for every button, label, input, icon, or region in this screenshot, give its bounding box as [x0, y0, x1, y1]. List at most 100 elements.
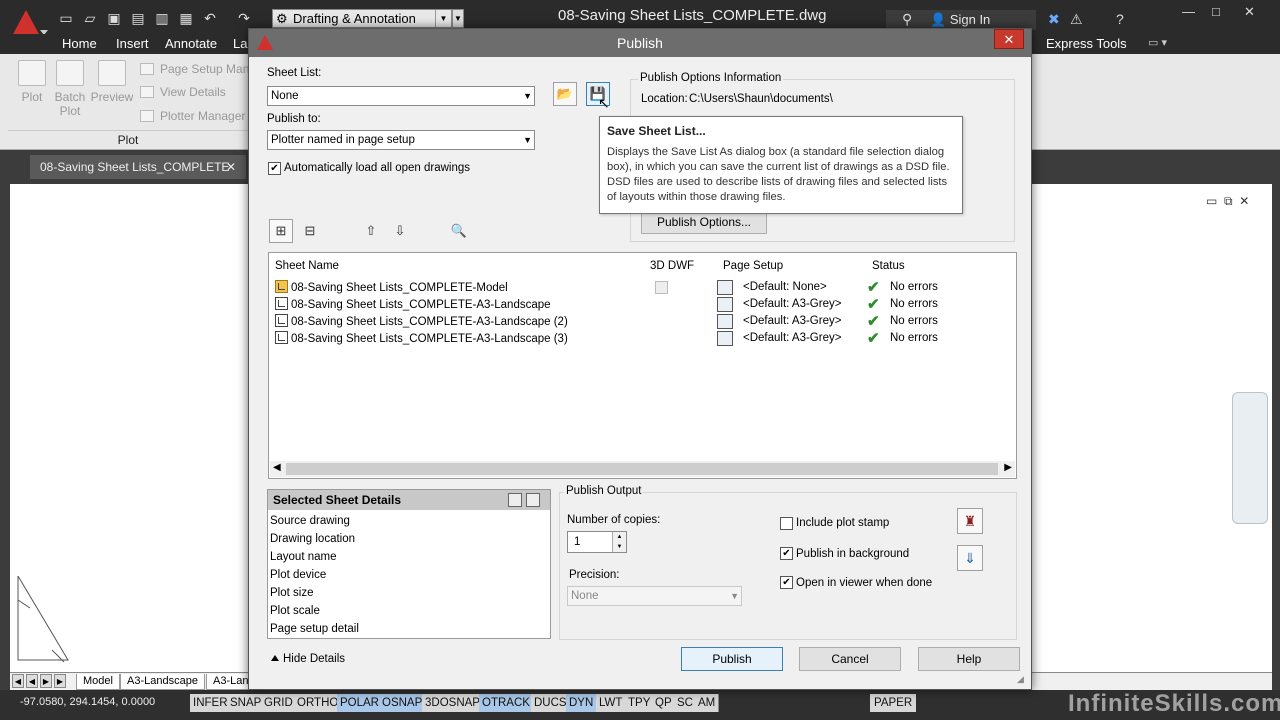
- cancel-button[interactable]: Cancel: [799, 647, 901, 671]
- help-icon[interactable]: ?: [1116, 11, 1124, 27]
- publish-background-checkbox[interactable]: [780, 547, 793, 560]
- print-icon[interactable]: ▦: [178, 10, 194, 26]
- status-toggle-ortho[interactable]: ORTHO: [294, 694, 343, 712]
- col-header-3d-dwf[interactable]: 3D DWF: [650, 260, 694, 272]
- status-toggle-3dosnap[interactable]: 3DOSNAP: [422, 694, 484, 712]
- 3d-dwf-checkbox[interactable]: [655, 281, 668, 294]
- view-details-button[interactable]: View Details: [140, 85, 226, 99]
- paper-toggle[interactable]: PAPER: [870, 694, 917, 712]
- publish-to-dropdown[interactable]: Plotter named in page setup ▼: [267, 130, 535, 150]
- qat-menu-button[interactable]: ▼: [452, 9, 464, 28]
- add-sheets-button[interactable]: ⊞: [269, 219, 293, 243]
- ribbon-tab-insert[interactable]: Insert: [116, 36, 149, 51]
- dialog-titlebar[interactable]: Publish ✕: [249, 29, 1031, 57]
- binoculars-icon[interactable]: ⚲: [902, 11, 912, 28]
- details-view-icon[interactable]: [508, 493, 522, 507]
- layout-tab-model[interactable]: Model: [76, 674, 120, 690]
- sheet-list-table[interactable]: Sheet Name 3D DWF Page Setup Status 08-S…: [268, 252, 1017, 479]
- a360-icon[interactable]: ⚠: [1070, 11, 1083, 28]
- viewport-minimize-icon[interactable]: ▭: [1206, 194, 1217, 208]
- save-icon[interactable]: ▤: [130, 10, 146, 26]
- open-viewer-checkbox[interactable]: [780, 576, 793, 589]
- workspace-dropdown[interactable]: ⚙ Drafting & Annotation ▼: [272, 9, 452, 28]
- load-sheet-list-button[interactable]: 📂: [553, 82, 577, 106]
- scrollbar-thumb[interactable]: [286, 463, 998, 475]
- hide-details-toggle[interactable]: Hide Details: [271, 653, 345, 665]
- plot-stamp-settings-button[interactable]: ♜: [957, 508, 983, 534]
- status-toggle-grid[interactable]: GRID: [261, 694, 297, 712]
- remove-sheets-button[interactable]: ⊟: [298, 219, 322, 243]
- viewport-restore-icon[interactable]: ⧉: [1224, 194, 1233, 208]
- help-button[interactable]: Help: [918, 647, 1020, 671]
- details-refresh-icon[interactable]: [526, 493, 540, 507]
- scroll-left-icon[interactable]: ◀: [273, 462, 281, 473]
- layout-tab-a3-landscape[interactable]: A3-Landscape: [120, 674, 205, 690]
- undo-icon[interactable]: ↶: [202, 10, 218, 26]
- status-toggle-ducs[interactable]: DUCS: [531, 694, 571, 712]
- new-icon[interactable]: ▭: [58, 10, 74, 26]
- status-toggle-dyn[interactable]: DYN: [566, 694, 598, 712]
- page-setup-manager-button[interactable]: Page Setup Man: [140, 62, 249, 76]
- scroll-right-icon[interactable]: ▶: [1004, 462, 1012, 473]
- ribbon-minimize-icon[interactable]: ▭ ▾: [1148, 36, 1167, 49]
- status-toggle-infer[interactable]: INFER: [190, 694, 232, 712]
- prev-tab-icon[interactable]: ◀: [26, 674, 38, 688]
- ribbon-tab-layout[interactable]: La: [233, 36, 247, 51]
- move-sheet-up-button[interactable]: ⇧: [359, 219, 383, 243]
- save-as-icon[interactable]: ▥: [154, 10, 170, 26]
- file-tab[interactable]: 08-Saving Sheet Lists_COMPLETE ✕: [30, 155, 246, 179]
- ribbon-tab-annotate[interactable]: Annotate: [165, 36, 217, 51]
- close-tab-icon[interactable]: ✕: [226, 155, 236, 179]
- navigation-bar[interactable]: [1232, 392, 1268, 524]
- exchange-icon[interactable]: ✖: [1048, 11, 1060, 28]
- col-header-sheet-name[interactable]: Sheet Name: [275, 260, 339, 272]
- batch-plot-button[interactable]: Batch Plot: [48, 60, 92, 118]
- publish-button[interactable]: Publish: [681, 647, 783, 671]
- status-toggle-polar[interactable]: POLAR: [337, 694, 383, 712]
- precision-dropdown[interactable]: None ▼: [567, 586, 742, 606]
- ribbon-tab-home[interactable]: Home: [62, 36, 97, 51]
- stepper-arrows-icon[interactable]: ▲ ▼: [612, 532, 626, 552]
- status-toggle-snap[interactable]: SNAP: [227, 694, 266, 712]
- close-icon[interactable]: ✕: [1244, 4, 1255, 20]
- next-tab-icon[interactable]: ▶: [40, 674, 52, 688]
- auto-load-checkbox[interactable]: [268, 162, 281, 175]
- plot-stamp-checkbox[interactable]: [780, 517, 793, 530]
- page-setup-cell[interactable]: <Default: A3-Grey>: [743, 298, 841, 310]
- maximize-icon[interactable]: □: [1212, 4, 1220, 19]
- status-toggle-otrack[interactable]: OTRACK: [479, 694, 534, 712]
- plotter-manager-button[interactable]: Plotter Manager: [140, 109, 245, 123]
- move-sheet-down-button[interactable]: ⇩: [388, 219, 412, 243]
- horizontal-scrollbar[interactable]: ◀ ▶: [270, 461, 1015, 477]
- viewport-close-icon[interactable]: ✕: [1239, 194, 1249, 208]
- col-header-status[interactable]: Status: [872, 260, 905, 272]
- page-setup-cell[interactable]: <Default: A3-Grey>: [743, 332, 841, 344]
- save-web-icon[interactable]: ▣: [106, 10, 122, 26]
- copies-stepper[interactable]: 1 ▲ ▼: [567, 531, 627, 553]
- col-header-page-setup[interactable]: Page Setup: [723, 260, 783, 272]
- resize-grip-icon[interactable]: ◢: [1017, 674, 1024, 685]
- status-toggle-lwt[interactable]: LWT: [596, 694, 627, 712]
- first-tab-icon[interactable]: ◀: [12, 674, 24, 688]
- dialog-close-button[interactable]: ✕: [994, 29, 1024, 49]
- ribbon-tab-express-tools[interactable]: Express Tools: [1046, 36, 1127, 51]
- redo-icon[interactable]: ↷: [236, 10, 252, 26]
- preview-sheet-button[interactable]: 🔍: [447, 219, 471, 243]
- preview-button[interactable]: Preview: [90, 60, 134, 104]
- page-setup-cell[interactable]: <Default: None>: [743, 281, 827, 293]
- status-toggle-am[interactable]: AM: [695, 694, 720, 712]
- sign-in-link[interactable]: 👤 Sign In: [930, 12, 990, 28]
- table-row[interactable]: 08-Saving Sheet Lists_COMPLETE-A3-Landsc…: [275, 313, 1005, 331]
- status-toggle-qp[interactable]: QP: [652, 694, 676, 712]
- table-row[interactable]: 08-Saving Sheet Lists_COMPLETE-A3-Landsc…: [275, 296, 1005, 314]
- background-settings-button[interactable]: ⇓: [957, 545, 983, 571]
- minimize-icon[interactable]: —: [1182, 4, 1195, 19]
- status-toggle-tpy[interactable]: TPY: [625, 694, 655, 712]
- table-row[interactable]: 08-Saving Sheet Lists_COMPLETE-A3-Landsc…: [275, 330, 1005, 348]
- last-tab-icon[interactable]: ▶: [54, 674, 66, 688]
- open-icon[interactable]: ▱: [82, 10, 98, 26]
- page-setup-cell[interactable]: <Default: A3-Grey>: [743, 315, 841, 327]
- table-row[interactable]: 08-Saving Sheet Lists_COMPLETE-Model <De…: [275, 279, 1005, 297]
- status-toggle-sc[interactable]: SC: [674, 694, 697, 712]
- status-toggle-osnap[interactable]: OSNAP: [379, 694, 427, 712]
